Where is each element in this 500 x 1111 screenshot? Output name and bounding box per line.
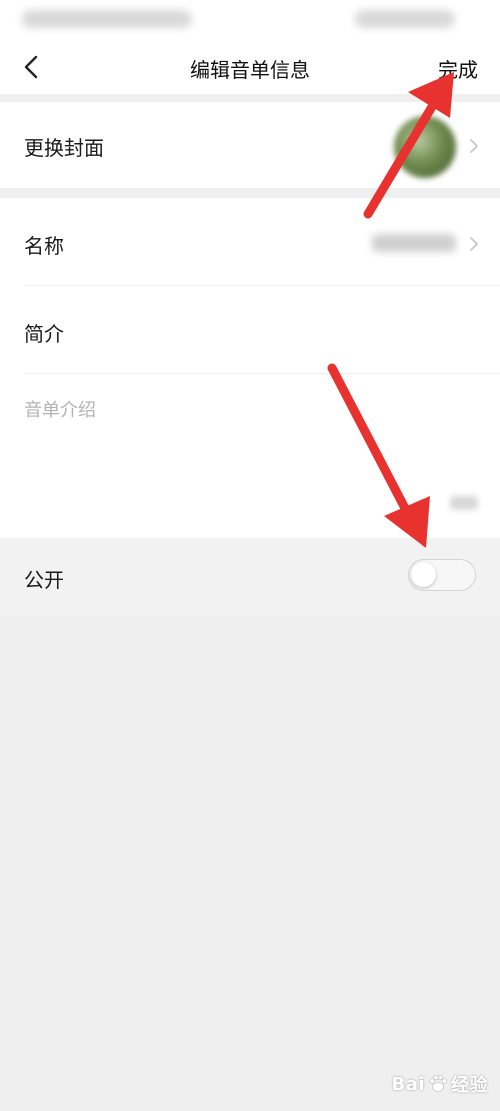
nav-bar: 编辑音单信息 完成 bbox=[0, 40, 500, 94]
section-gap bbox=[0, 188, 500, 198]
char-count-blurred bbox=[450, 496, 478, 510]
page-title: 编辑音单信息 bbox=[190, 58, 310, 82]
watermark-right: 经验 bbox=[451, 1075, 488, 1096]
cover-thumbnail bbox=[394, 116, 456, 178]
chevron-right-icon bbox=[470, 237, 478, 251]
change-cover-label: 更换封面 bbox=[24, 136, 104, 160]
chevron-right-icon bbox=[470, 139, 478, 153]
toggle-knob bbox=[411, 562, 436, 587]
name-row[interactable]: 名称 bbox=[0, 198, 500, 286]
status-bar-time-blurred bbox=[355, 10, 455, 28]
status-bar-carrier-blurred bbox=[22, 10, 192, 28]
done-button[interactable]: 完成 bbox=[438, 54, 478, 83]
status-bar bbox=[0, 0, 500, 40]
watermark-left: Bai bbox=[391, 1073, 425, 1095]
paw-icon bbox=[429, 1074, 448, 1092]
name-label: 名称 bbox=[24, 234, 64, 258]
section-gap bbox=[0, 94, 500, 102]
intro-placeholder: 音单介绍 bbox=[24, 400, 96, 421]
watermark: Bai 经验 bbox=[391, 1071, 488, 1097]
intro-label: 简介 bbox=[24, 322, 64, 346]
intro-row: 简介 bbox=[0, 286, 500, 374]
intro-textarea[interactable]: 音单介绍 bbox=[0, 374, 500, 538]
public-label: 公开 bbox=[24, 568, 64, 592]
public-row: 公开 bbox=[0, 538, 500, 616]
change-cover-row[interactable]: 更换封面 bbox=[0, 102, 500, 188]
public-toggle[interactable] bbox=[408, 559, 476, 591]
name-value-blurred bbox=[372, 234, 456, 252]
